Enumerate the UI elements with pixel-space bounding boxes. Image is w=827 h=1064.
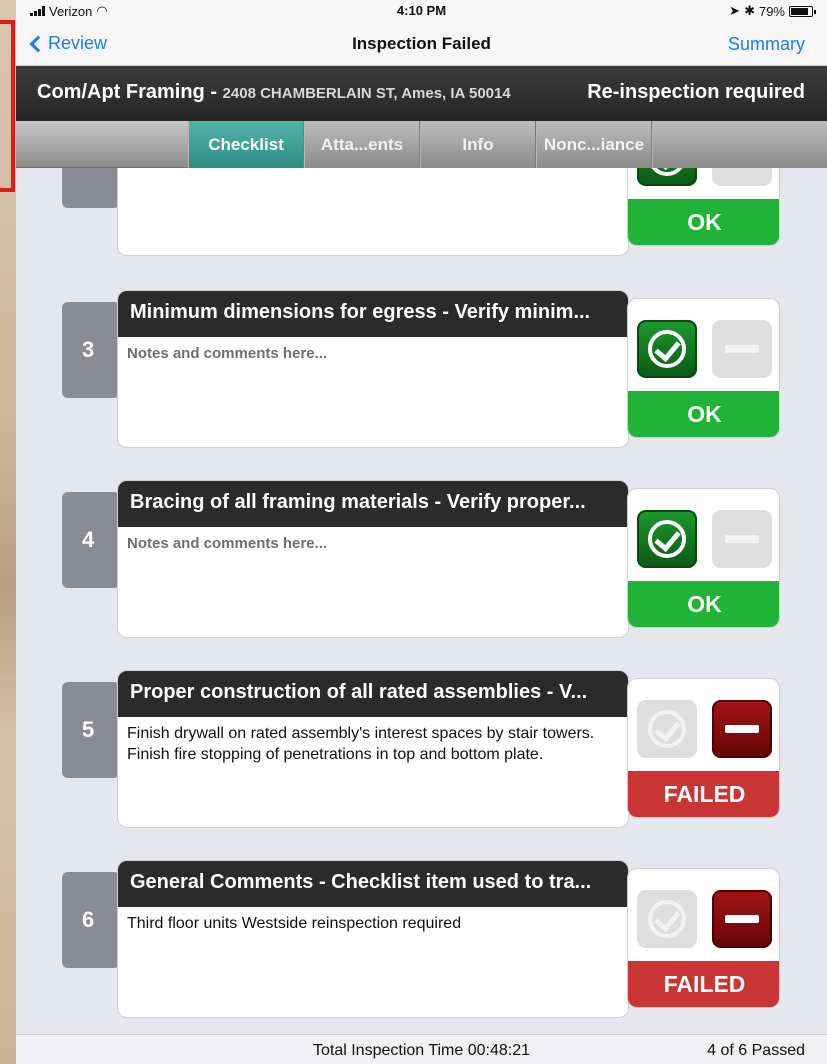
- tab-noncompliance[interactable]: Nonc...iance: [536, 121, 652, 168]
- item-number: 6: [62, 872, 120, 968]
- item-result-box: OK: [627, 168, 780, 246]
- item-title: Minimum dimensions for egress - Verify m…: [118, 291, 628, 337]
- pass-button[interactable]: [637, 700, 697, 758]
- status-right: ➤ ✱ 79%: [729, 3, 816, 19]
- passed-count: 4 of 6 Passed: [707, 1042, 805, 1059]
- item-notes[interactable]: Notes and comments here...: [118, 527, 628, 560]
- result-label: FAILED: [628, 771, 779, 817]
- result-label: FAILED: [628, 961, 779, 1007]
- item-number: [62, 168, 120, 208]
- fail-button[interactable]: [712, 890, 772, 948]
- list-item: 4 Bracing of all framing materials - Ver…: [16, 480, 827, 650]
- pass-button[interactable]: [637, 890, 697, 948]
- annotation-marker: [0, 20, 15, 192]
- footer-bar: Total Inspection Time 00:48:21 4 of 6 Pa…: [16, 1034, 827, 1064]
- inspection-status: Re-inspection required: [587, 81, 805, 103]
- list-item: OK: [16, 168, 827, 268]
- item-card[interactable]: General Comments - Checklist item used t…: [117, 860, 629, 1018]
- navigation-bar: Review Inspection Failed Summary: [16, 24, 827, 66]
- item-title: Proper construction of all rated assembl…: [118, 671, 628, 717]
- list-item: 3 Minimum dimensions for egress - Verify…: [16, 290, 827, 460]
- minus-icon: [725, 915, 759, 923]
- fail-button[interactable]: [712, 510, 772, 568]
- bluetooth-icon: ✱: [744, 3, 755, 18]
- status-bar: Verizon ◠ 4:10 PM ➤ ✱ 79%: [16, 0, 827, 24]
- item-notes[interactable]: Finish drywall on rated assembly's inter…: [118, 717, 628, 771]
- item-result-box: FAILED: [627, 678, 780, 818]
- check-icon: [648, 520, 686, 558]
- check-icon: [648, 710, 686, 748]
- item-result-box: OK: [627, 298, 780, 438]
- item-result-box: FAILED: [627, 868, 780, 1008]
- item-card[interactable]: Bracing of all framing materials - Verif…: [117, 480, 629, 638]
- inspection-address: 2408 CHAMBERLAIN ST, Ames, IA 50014: [222, 85, 511, 102]
- location-icon: ➤: [729, 3, 741, 18]
- checklist[interactable]: OK 3 Minimum dimensions for egress - Ver…: [16, 168, 827, 1034]
- page-title: Inspection Failed: [352, 34, 491, 53]
- clock: 4:10 PM: [396, 3, 447, 18]
- item-notes[interactable]: Notes and comments here...: [118, 337, 628, 370]
- item-number: 5: [62, 682, 120, 778]
- item-notes[interactable]: Third floor units Westside reinspection …: [118, 907, 628, 940]
- check-icon: [648, 168, 686, 176]
- check-icon: [648, 330, 686, 368]
- minus-icon: [725, 345, 759, 353]
- item-title: General Comments - Checklist item used t…: [118, 861, 628, 907]
- total-inspection-time: Total Inspection Time 00:48:21: [312, 1042, 531, 1059]
- pass-button[interactable]: [637, 168, 697, 186]
- fail-button[interactable]: [712, 320, 772, 378]
- tab-info[interactable]: Info: [420, 121, 536, 168]
- minus-icon: [725, 725, 759, 733]
- item-number: 4: [62, 492, 120, 588]
- item-result-box: OK: [627, 488, 780, 628]
- tab-bar: Checklist Atta...ents Info Nonc...iance: [16, 121, 827, 168]
- list-item: 5 Proper construction of all rated assem…: [16, 670, 827, 840]
- check-icon: [648, 900, 686, 938]
- result-label: OK: [628, 391, 779, 437]
- pass-button[interactable]: [637, 510, 697, 568]
- item-card[interactable]: Minimum dimensions for egress - Verify m…: [117, 290, 629, 448]
- battery-percent: 79%: [758, 3, 785, 19]
- pass-button[interactable]: [637, 320, 697, 378]
- minus-icon: [725, 535, 759, 543]
- item-title: Bracing of all framing materials - Verif…: [118, 481, 628, 527]
- tab-attachments[interactable]: Atta...ents: [304, 121, 420, 168]
- inspection-header: Com/Apt Framing - 2408 CHAMBERLAIN ST, A…: [16, 66, 827, 121]
- item-card[interactable]: Proper construction of all rated assembl…: [117, 670, 629, 828]
- summary-button[interactable]: Summary: [728, 34, 805, 55]
- fail-button[interactable]: [712, 700, 772, 758]
- permit-type: Com/Apt Framing -: [37, 81, 223, 103]
- app-window: Verizon ◠ 4:10 PM ➤ ✱ 79% Review Inspect…: [16, 0, 827, 1064]
- tab-checklist[interactable]: Checklist: [188, 121, 304, 168]
- inspection-header-left: Com/Apt Framing - 2408 CHAMBERLAIN ST, A…: [37, 81, 511, 104]
- result-label: OK: [628, 581, 779, 627]
- list-item: 6 General Comments - Checklist item used…: [16, 860, 827, 1030]
- item-card[interactable]: [117, 168, 629, 256]
- tab-empty: [652, 121, 827, 168]
- battery-icon: [789, 5, 816, 17]
- result-label: OK: [628, 199, 779, 245]
- item-number: 3: [62, 302, 120, 398]
- fail-button[interactable]: [712, 168, 772, 186]
